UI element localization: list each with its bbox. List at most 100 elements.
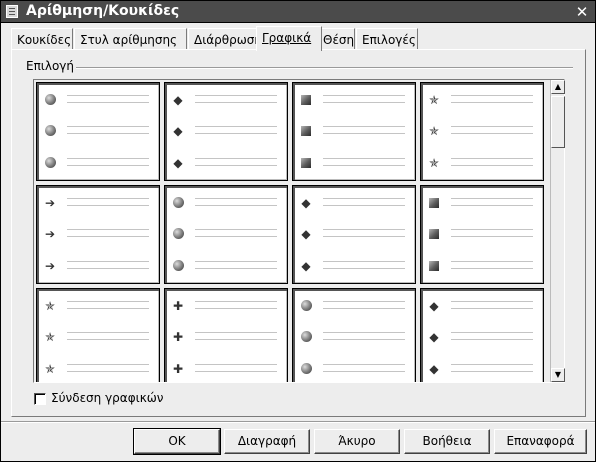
- bullet-preview-line: ◆: [171, 124, 281, 138]
- bullet-preview-line: ✯: [43, 299, 153, 313]
- placeholder-text-lines: [67, 301, 149, 309]
- tab-numbering-type[interactable]: Στυλ αρίθμησης: [74, 28, 187, 50]
- bullet-preview-line: ➔: [43, 259, 153, 273]
- bullet-style-option[interactable]: ◆ ◆ ◆: [292, 185, 416, 284]
- ball-icon: [43, 124, 57, 138]
- ok-button[interactable]: ΟΚ: [133, 428, 221, 455]
- placeholder-text-lines: [195, 95, 277, 103]
- scroll-thumb[interactable]: [551, 96, 565, 148]
- bullet-style-option[interactable]: [36, 82, 160, 181]
- placeholder-text-lines: [323, 229, 405, 237]
- bullet-preview-line: [171, 259, 281, 273]
- ball-icon: [171, 259, 185, 273]
- bullet-preview-line: ◆: [299, 227, 409, 241]
- bullet-preview-line: ➔: [43, 196, 153, 210]
- arrow-icon: ➔: [44, 259, 56, 273]
- bullet-style-option[interactable]: ◆ ◆ ◆: [420, 288, 544, 382]
- selection-group-label: Επιλογή: [26, 59, 75, 73]
- tab-bullets[interactable]: Κουκίδες: [11, 28, 73, 50]
- scroll-down-icon[interactable]: ▼: [551, 368, 565, 382]
- square-icon: [299, 156, 313, 170]
- help-button[interactable]: Βοήθεια: [404, 429, 490, 454]
- placeholder-text-lines: [451, 229, 533, 237]
- placeholder-text-lines: [67, 198, 149, 206]
- bullet-style-option[interactable]: [420, 185, 544, 284]
- diamond-icon: ◆: [429, 330, 439, 344]
- close-icon[interactable]: ✕: [574, 4, 590, 20]
- bullet-preview-line: ✯: [43, 362, 153, 376]
- ball-icon: [299, 362, 313, 376]
- tab-position[interactable]: Θέση: [317, 28, 355, 50]
- star-icon: ✯: [44, 330, 56, 344]
- bullet-preview-line: [171, 196, 281, 210]
- diamond-icon: ◆: [301, 227, 311, 241]
- bullet-style-option[interactable]: [292, 288, 416, 382]
- bullet-preview-line: [171, 227, 281, 241]
- bullet-preview-line: ➔: [43, 227, 153, 241]
- cancel-button[interactable]: Άκυρο: [314, 429, 400, 454]
- bullet-style-grid: ◆ ◆ ◆ ✯ ✯ ✯ ➔ ➔ ➔ ◆ ◆ ◆ ✯ ✯ ✯ ✚ ✚ ✚ ◆ ◆ ◆: [33, 79, 565, 383]
- tab-options[interactable]: Επιλογές: [356, 28, 418, 50]
- diamond-icon: ◆: [301, 259, 311, 273]
- ball-icon: [299, 330, 313, 344]
- delete-button[interactable]: Διαγραφή: [224, 429, 310, 454]
- bullet-preview-line: ✯: [427, 156, 537, 170]
- window-title: Αρίθμηση/Κουκίδες: [26, 3, 180, 19]
- bullet-preview-line: ◆: [171, 93, 281, 107]
- placeholder-text-lines: [323, 364, 405, 372]
- square-icon: [299, 124, 313, 138]
- ball-icon: [171, 196, 185, 210]
- placeholder-text-lines: [451, 158, 533, 166]
- link-graphics-label[interactable]: Σύνδεση γραφικών: [51, 391, 164, 405]
- ball-icon: [43, 93, 57, 107]
- bullet-preview-line: [427, 196, 537, 210]
- bullet-style-option[interactable]: ◆ ◆ ◆: [164, 82, 288, 181]
- ball-icon: [299, 299, 313, 313]
- bullet-preview-line: [43, 156, 153, 170]
- bullet-preview-line: ◆: [427, 362, 537, 376]
- placeholder-text-lines: [451, 332, 533, 340]
- placeholder-text-lines: [67, 95, 149, 103]
- placeholder-text-lines: [451, 95, 533, 103]
- placeholder-text-lines: [67, 158, 149, 166]
- ball-icon: [43, 156, 57, 170]
- placeholder-text-lines: [195, 364, 277, 372]
- star-icon: ✯: [428, 156, 440, 170]
- bullet-style-option[interactable]: ➔ ➔ ➔: [36, 185, 160, 284]
- bullet-style-option[interactable]: ✚ ✚ ✚: [164, 288, 288, 382]
- bullet-preview-line: ◆: [299, 259, 409, 273]
- window-menu-icon[interactable]: [6, 5, 18, 18]
- square-icon: [299, 93, 313, 107]
- reset-button[interactable]: Επαναφορά: [494, 429, 587, 454]
- placeholder-text-lines: [195, 229, 277, 237]
- bullet-style-option[interactable]: ✯ ✯ ✯: [420, 82, 544, 181]
- bullet-preview-line: ✚: [171, 362, 281, 376]
- arrow-icon: ✚: [172, 299, 184, 313]
- bullet-style-option[interactable]: [164, 185, 288, 284]
- bullet-preview-line: [299, 362, 409, 376]
- grid-scrollbar[interactable]: ▲ ▼: [550, 80, 565, 382]
- placeholder-text-lines: [323, 158, 405, 166]
- link-graphics-checkbox[interactable]: [34, 393, 46, 405]
- title-bar[interactable]: Αρίθμηση/Κουκίδες ✕: [1, 1, 595, 23]
- placeholder-text-lines: [67, 229, 149, 237]
- bullet-preview-line: [299, 124, 409, 138]
- placeholder-text-lines: [323, 198, 405, 206]
- scroll-up-icon[interactable]: ▲: [551, 80, 565, 94]
- placeholder-text-lines: [451, 301, 533, 309]
- placeholder-text-lines: [323, 261, 405, 269]
- diamond-icon: ◆: [173, 124, 183, 138]
- bullet-style-option[interactable]: [292, 82, 416, 181]
- square-icon: [427, 227, 441, 241]
- tab-graphics[interactable]: Γραφικά: [256, 26, 322, 51]
- placeholder-text-lines: [195, 332, 277, 340]
- diamond-icon: ◆: [429, 299, 439, 313]
- bullet-preview-line: ◆: [427, 299, 537, 313]
- placeholder-text-lines: [67, 364, 149, 372]
- arrow-icon: ➔: [44, 227, 56, 241]
- bullet-preview-line: [427, 227, 537, 241]
- star-icon: ✯: [44, 362, 56, 376]
- tab-outline[interactable]: Διάρθρωση: [188, 28, 265, 50]
- bullet-style-option[interactable]: ✯ ✯ ✯: [36, 288, 160, 382]
- placeholder-text-lines: [451, 126, 533, 134]
